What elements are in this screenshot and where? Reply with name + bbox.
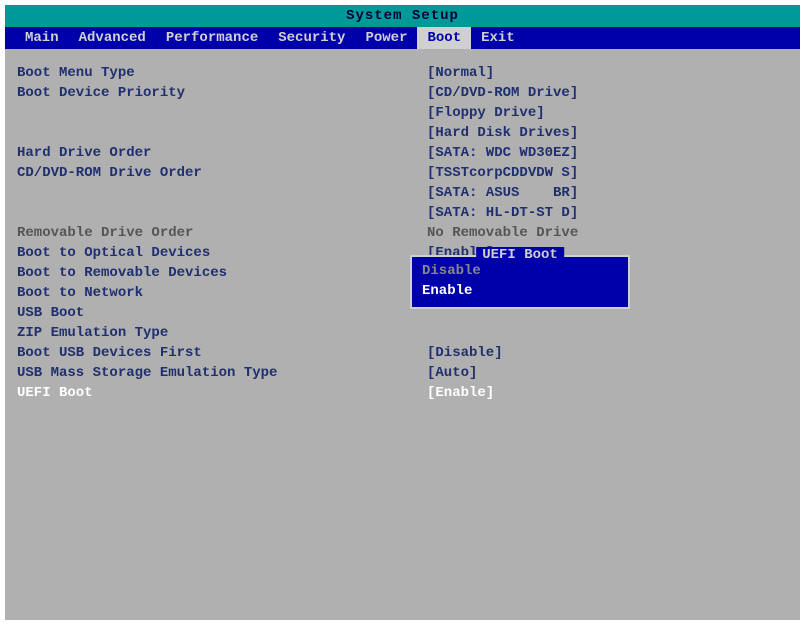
setting-label: Boot USB Devices First — [17, 343, 427, 363]
setting-value: [SATA: HL-DT-ST D] — [427, 203, 578, 223]
popup-option-enable[interactable]: Enable — [412, 281, 628, 301]
bios-frame: System Setup MainAdvancedPerformanceSecu… — [5, 5, 800, 620]
setting-row-boot-to-removable-devices[interactable]: Boot to Removable Devices — [17, 263, 788, 283]
setting-label: Boot to Optical Devices — [17, 243, 427, 263]
setting-row-zip-emulation-type[interactable]: ZIP Emulation Type — [17, 323, 788, 343]
setting-label: Boot to Removable Devices — [17, 263, 427, 283]
setting-row-value: [Hard Disk Drives] — [17, 123, 788, 143]
menu-tab-performance[interactable]: Performance — [156, 27, 268, 49]
menu-tab-exit[interactable]: Exit — [471, 27, 525, 49]
title-bar: System Setup — [5, 5, 800, 27]
setting-label — [17, 203, 427, 223]
setting-row-usb-boot[interactable]: USB Boot — [17, 303, 788, 323]
setting-value: [SATA: ASUS BR] — [427, 183, 578, 203]
setting-value: [Auto] — [427, 363, 477, 383]
setting-row-hard-drive-order[interactable]: Hard Drive Order[SATA: WDC WD30EZ] — [17, 143, 788, 163]
title-text: System Setup — [346, 8, 459, 24]
setting-label: Removable Drive Order — [17, 223, 427, 243]
setting-value: [Normal] — [427, 63, 494, 83]
popup-title: UEFI Boot — [476, 247, 564, 263]
menu-bar: MainAdvancedPerformanceSecurityPowerBoot… — [5, 27, 800, 49]
setting-value: [Floppy Drive] — [427, 103, 545, 123]
setting-row-removable-drive-order[interactable]: Removable Drive OrderNo Removable Drive — [17, 223, 788, 243]
setting-row-value: [SATA: HL-DT-ST D] — [17, 203, 788, 223]
setting-row-boot-usb-devices-first[interactable]: Boot USB Devices First[Disable] — [17, 343, 788, 363]
setting-label: Hard Drive Order — [17, 143, 427, 163]
setting-label: USB Mass Storage Emulation Type — [17, 363, 427, 383]
setting-label — [17, 103, 427, 123]
menu-tab-advanced[interactable]: Advanced — [69, 27, 156, 49]
setting-value: [Disable] — [427, 343, 503, 363]
menu-tab-power[interactable]: Power — [355, 27, 417, 49]
setting-value: No Removable Drive — [427, 223, 578, 243]
uefi-boot-popup[interactable]: UEFI Boot DisableEnable — [410, 255, 630, 309]
setting-row-cd-dvd-rom-drive-order[interactable]: CD/DVD-ROM Drive Order[TSSTcorpCDDVDW S] — [17, 163, 788, 183]
setting-label: Boot to Network — [17, 283, 427, 303]
menu-tab-security[interactable]: Security — [268, 27, 355, 49]
content-area: Boot Menu Type[Normal]Boot Device Priori… — [5, 49, 800, 417]
setting-label: CD/DVD-ROM Drive Order — [17, 163, 427, 183]
popup-options: DisableEnable — [412, 261, 628, 301]
menu-tab-main[interactable]: Main — [15, 27, 69, 49]
setting-row-value: [SATA: ASUS BR] — [17, 183, 788, 203]
setting-value: [Hard Disk Drives] — [427, 123, 578, 143]
setting-row-uefi-boot[interactable]: UEFI Boot[Enable] — [17, 383, 788, 403]
setting-label: UEFI Boot — [17, 383, 427, 403]
setting-row-boot-to-network[interactable]: Boot to Network — [17, 283, 788, 303]
popup-option-disable[interactable]: Disable — [412, 261, 628, 281]
setting-label: Boot Menu Type — [17, 63, 427, 83]
setting-value: [SATA: WDC WD30EZ] — [427, 143, 578, 163]
setting-row-usb-mass-storage-emulation-type[interactable]: USB Mass Storage Emulation Type[Auto] — [17, 363, 788, 383]
setting-row-boot-to-optical-devices[interactable]: Boot to Optical Devices[Enable] — [17, 243, 788, 263]
setting-row-boot-device-priority[interactable]: Boot Device Priority[CD/DVD-ROM Drive] — [17, 83, 788, 103]
setting-row-boot-menu-type[interactable]: Boot Menu Type[Normal] — [17, 63, 788, 83]
setting-label — [17, 183, 427, 203]
setting-value: [TSSTcorpCDDVDW S] — [427, 163, 578, 183]
setting-row-value: [Floppy Drive] — [17, 103, 788, 123]
setting-label: ZIP Emulation Type — [17, 323, 427, 343]
setting-label — [17, 123, 427, 143]
setting-value: [CD/DVD-ROM Drive] — [427, 83, 578, 103]
setting-label: USB Boot — [17, 303, 427, 323]
setting-label: Boot Device Priority — [17, 83, 427, 103]
setting-value: [Enable] — [427, 383, 494, 403]
settings-list: Boot Menu Type[Normal]Boot Device Priori… — [17, 63, 788, 403]
menu-tab-boot[interactable]: Boot — [417, 27, 471, 49]
